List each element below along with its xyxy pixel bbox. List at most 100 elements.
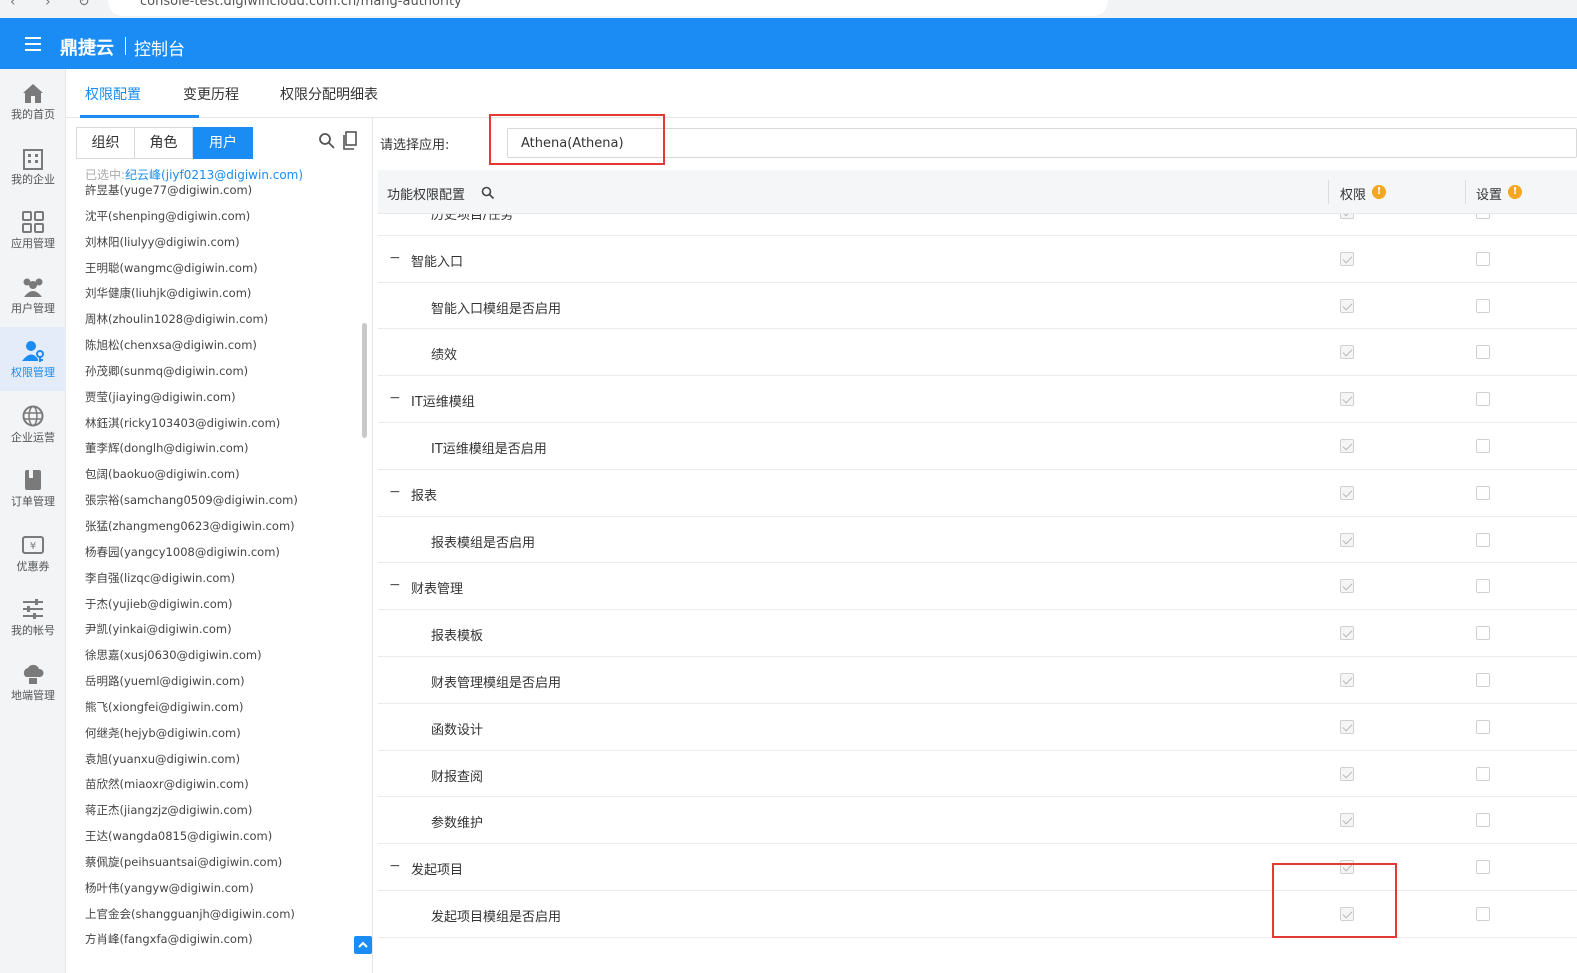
sidebar-item-apps[interactable]: 应用管理: [0, 198, 66, 262]
user-list-item[interactable]: 徐思嘉(xusj0630@digiwin.com): [85, 645, 365, 671]
collapse-toggle-icon[interactable]: −: [389, 391, 401, 406]
user-list-item[interactable]: 李自强(lizqc@digiwin.com): [85, 568, 365, 594]
sidebar-item-account[interactable]: 我的帐号: [0, 585, 66, 649]
user-list-item[interactable]: 周林(zhoulin1028@digiwin.com): [85, 309, 365, 335]
permission-checkbox[interactable]: [1340, 251, 1354, 266]
permission-row: 发起项目模组是否启用: [378, 891, 1577, 938]
sidebar-item-home[interactable]: 我的首页: [0, 69, 66, 133]
sidebar-item-operations[interactable]: 企业运营: [0, 392, 66, 456]
setting-checkbox[interactable]: [1476, 626, 1490, 641]
user-list-scrollbar[interactable]: [362, 323, 367, 438]
user-list-item[interactable]: 方肖峰(fangxfa@digiwin.com): [85, 929, 365, 955]
user-list-item[interactable]: 杨春园(yangcy1008@digiwin.com): [85, 542, 365, 568]
sidebar-item-coupons[interactable]: ¥ 优惠券: [0, 521, 66, 585]
user-list-item[interactable]: 包阔(baokuo@digiwin.com): [85, 464, 365, 490]
sidebar-item-enterprise[interactable]: 我的企业: [0, 134, 66, 198]
url-text[interactable]: console-test.digiwincloud.com.cn/mang-au…: [140, 0, 462, 9]
setting-checkbox[interactable]: [1476, 251, 1490, 266]
setting-checkbox[interactable]: [1476, 719, 1490, 734]
collapse-toggle-icon[interactable]: −: [389, 578, 401, 593]
user-list-item[interactable]: 刘华健康(liuhjk@digiwin.com): [85, 283, 365, 309]
segment-role[interactable]: 角色: [134, 127, 193, 159]
setting-checkbox[interactable]: [1476, 298, 1490, 313]
setting-checkbox[interactable]: [1476, 214, 1490, 219]
permission-name: 智能入口模组是否启用: [431, 301, 562, 317]
user-list-item[interactable]: 張宗裕(samchang0509@digiwin.com): [85, 490, 365, 516]
user-list-item[interactable]: 董李辉(donglh@digiwin.com): [85, 438, 365, 464]
setting-checkbox[interactable]: [1476, 439, 1490, 453]
permission-checkbox[interactable]: [1340, 813, 1354, 828]
app-select[interactable]: Athena(Athena): [507, 128, 1577, 158]
user-list-item[interactable]: 王达(wangda0815@digiwin.com): [85, 826, 365, 852]
setting-checkbox[interactable]: [1476, 579, 1490, 594]
user-list-item[interactable]: 熊飞(xiongfei@digiwin.com): [85, 697, 365, 723]
permission-checkbox[interactable]: [1340, 214, 1354, 219]
sidebar-item-onpremise[interactable]: 地端管理: [0, 650, 66, 714]
scroll-to-top-icon[interactable]: [354, 936, 372, 954]
feature-search-icon[interactable]: [481, 186, 495, 200]
user-list-item[interactable]: 林鈺淇(ricky103403@digiwin.com): [85, 413, 365, 439]
setting-info-icon[interactable]: !: [1508, 185, 1522, 199]
setting-checkbox[interactable]: [1476, 907, 1490, 921]
permission-checkbox[interactable]: [1340, 298, 1354, 313]
permission-checkbox[interactable]: [1340, 579, 1354, 594]
copy-icon[interactable]: [342, 131, 358, 151]
sidebar-item-orders[interactable]: 订单管理: [0, 456, 66, 520]
permission-info-icon[interactable]: !: [1372, 185, 1386, 199]
search-icon[interactable]: [318, 132, 336, 150]
sidebar-item-users[interactable]: 用户管理: [0, 263, 66, 327]
permission-checkbox[interactable]: [1340, 626, 1354, 641]
setting-checkbox[interactable]: [1476, 532, 1490, 547]
user-list-item[interactable]: 刘林阳(liulyy@digiwin.com): [85, 232, 365, 258]
user-list-item[interactable]: 孙茂卿(sunmq@digiwin.com): [85, 361, 365, 387]
tab-assignment-detail[interactable]: 权限分配明细表: [280, 84, 378, 104]
permission-row: − 智能入口: [378, 236, 1577, 283]
setting-checkbox[interactable]: [1476, 673, 1490, 687]
user-list-item[interactable]: 于杰(yujieb@digiwin.com): [85, 594, 365, 620]
setting-checkbox[interactable]: [1476, 813, 1490, 828]
setting-checkbox[interactable]: [1476, 860, 1490, 875]
user-list-item[interactable]: 許昱基(yuge77@digiwin.com): [85, 180, 365, 206]
collapse-toggle-icon[interactable]: −: [389, 251, 401, 266]
segment-organization[interactable]: 组织: [76, 127, 135, 159]
forward-arrow-icon[interactable]: ›: [45, 0, 51, 10]
user-list-item[interactable]: 陈旭松(chenxsa@digiwin.com): [85, 335, 365, 361]
brand-name[interactable]: 鼎捷云: [60, 34, 114, 60]
user-list-item[interactable]: 蒋正杰(jiangzjz@digiwin.com): [85, 800, 365, 826]
user-list-item[interactable]: 沈平(shenping@digiwin.com): [85, 206, 365, 232]
user-list-item[interactable]: 岳明路(yueml@digiwin.com): [85, 671, 365, 697]
permission-checkbox[interactable]: [1340, 673, 1354, 687]
permission-checkbox[interactable]: [1340, 719, 1354, 734]
permission-checkbox[interactable]: [1340, 532, 1354, 547]
hamburger-menu-icon[interactable]: [25, 37, 41, 51]
user-list-item[interactable]: 上官金会(shangguanjh@digiwin.com): [85, 904, 365, 930]
permission-checkbox[interactable]: [1340, 485, 1354, 500]
permission-checkbox[interactable]: [1340, 439, 1354, 453]
user-list-item[interactable]: 贾莹(jiaying@digiwin.com): [85, 387, 365, 413]
setting-checkbox[interactable]: [1476, 766, 1490, 781]
permission-row: 报表模板: [378, 610, 1577, 657]
permission-checkbox[interactable]: [1340, 392, 1354, 407]
collapse-toggle-icon[interactable]: −: [389, 859, 401, 874]
tab-permission-config[interactable]: 权限配置: [85, 84, 141, 104]
collapse-toggle-icon[interactable]: −: [389, 485, 401, 500]
permission-checkbox[interactable]: [1340, 345, 1354, 360]
back-arrow-icon[interactable]: ‹: [10, 0, 16, 10]
user-list-item[interactable]: 杨叶伟(yangyw@digiwin.com): [85, 878, 365, 904]
user-list-item[interactable]: 蔡佩旋(peihsuantsai@digiwin.com): [85, 852, 365, 878]
user-list-item[interactable]: 苗欣然(miaoxr@digiwin.com): [85, 774, 365, 800]
user-list-item[interactable]: 何继尧(hejyb@digiwin.com): [85, 723, 365, 749]
reload-icon[interactable]: ↻: [78, 0, 90, 10]
segment-user[interactable]: 用户: [193, 127, 253, 159]
user-list-item[interactable]: 张猛(zhangmeng0623@digiwin.com): [85, 516, 365, 542]
setting-checkbox[interactable]: [1476, 485, 1490, 500]
setting-checkbox[interactable]: [1476, 392, 1490, 407]
tab-change-history[interactable]: 变更历程: [183, 84, 239, 104]
column-separator: [1465, 180, 1466, 204]
permission-checkbox[interactable]: [1340, 766, 1354, 781]
user-list-item[interactable]: 袁旭(yuanxu@digiwin.com): [85, 749, 365, 775]
setting-checkbox[interactable]: [1476, 345, 1490, 360]
user-list-item[interactable]: 尹凯(yinkai@digiwin.com): [85, 619, 365, 645]
sidebar-item-permissions[interactable]: 权限管理: [0, 327, 66, 391]
user-list-item[interactable]: 王明聪(wangmc@digiwin.com): [85, 258, 365, 284]
